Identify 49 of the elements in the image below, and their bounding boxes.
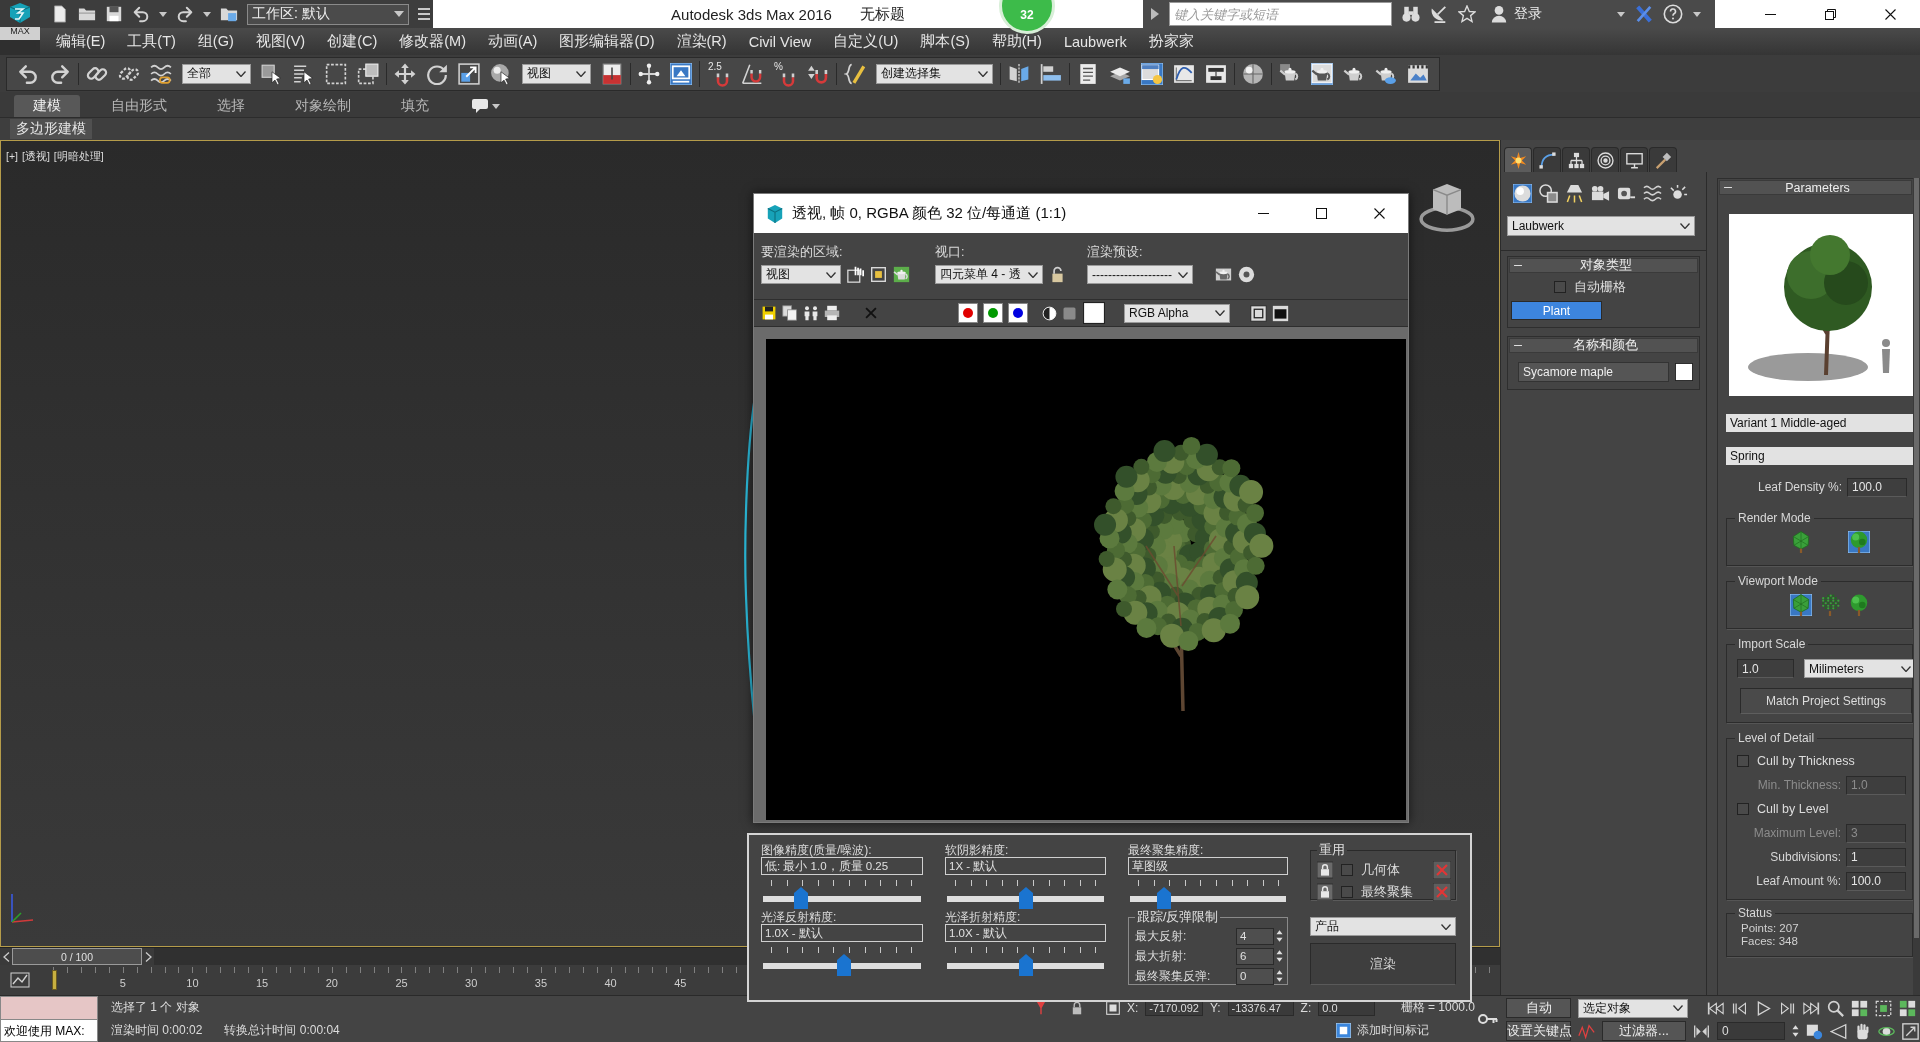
checkbox-label: Cull by Thickness [1757,754,1855,768]
field-label: Subdivisions: [1770,850,1841,864]
total-time-text: 转换总计时间 0:00:04 [224,1022,340,1039]
checkbox-label: 自动栅格 [1574,278,1626,296]
checkbox-label: Cull by Level [1757,802,1829,816]
group-title: Viewport Mode [1737,574,1819,588]
field-label: Maximum Level: [1753,826,1841,840]
window-title: 透视, 帧 0, RGBA 颜色 32 位/每通道 (1:1) [792,204,1067,223]
status-line: Faces: 348 [1740,935,1799,948]
status-line: Points: 207 [1740,922,1800,935]
frame-number: 30 [465,977,478,989]
frame-number: 25 [395,977,408,989]
field-label: 最大折射: [1135,947,1188,965]
frame-number: 40 [604,977,617,989]
field-label: Min. Thickness: [1757,778,1841,792]
coordinate-label: Y: [1209,1000,1221,1015]
slider-label: 最终聚集精度: [1128,842,1205,857]
frame-number: 15 [255,977,269,989]
coordinate-label: Z: [1300,1000,1312,1015]
frame-number: 5 [119,977,126,989]
field-label: Leaf Amount %: [1756,874,1841,888]
field-label: 最大反射: [1135,927,1188,945]
checkbox-label: 几何体 [1361,861,1400,879]
render-time-text: 渲染时间 0:00:02 [111,1022,203,1039]
field-label: Leaf Density %: [1757,480,1842,494]
field-label: 最终聚集反弹: [1135,967,1212,985]
frame-number: 45 [674,977,687,989]
app-title: Autodesk 3ds Max 2016 [671,5,832,23]
slider-label: 光泽反射精度: [761,909,838,924]
checkbox-label: 最终聚集 [1361,883,1413,901]
slider-label: 图像精度(质量/噪波): [761,842,873,857]
group-title: Import Scale [1737,637,1807,651]
group-title: 重用 [1318,842,1346,859]
group-title: Status [1737,906,1774,920]
slider-label: 软阴影精度: [945,842,1010,857]
field-label: 渲染预设: [1087,244,1144,261]
coordinate-label: X: [1127,1000,1139,1015]
group-title: 跟踪/反弹限制 [1136,909,1220,926]
slider-label: 光泽折射精度: [945,909,1022,924]
frame-number: 10 [186,977,199,989]
group-title: Level of Detail [1737,731,1816,745]
status-prompt: 选择了 1 个 对象 [111,999,200,1016]
frame-number: 35 [534,977,547,989]
grid-size-text: 栅格 = 1000.0 [1400,999,1475,1016]
frame-number: 20 [325,977,338,989]
group-title: Render Mode [1737,511,1812,525]
field-label: 视口: [935,244,966,261]
field-label: 要渲染的区域: [761,244,844,261]
document-title: 无标题 [859,4,905,24]
